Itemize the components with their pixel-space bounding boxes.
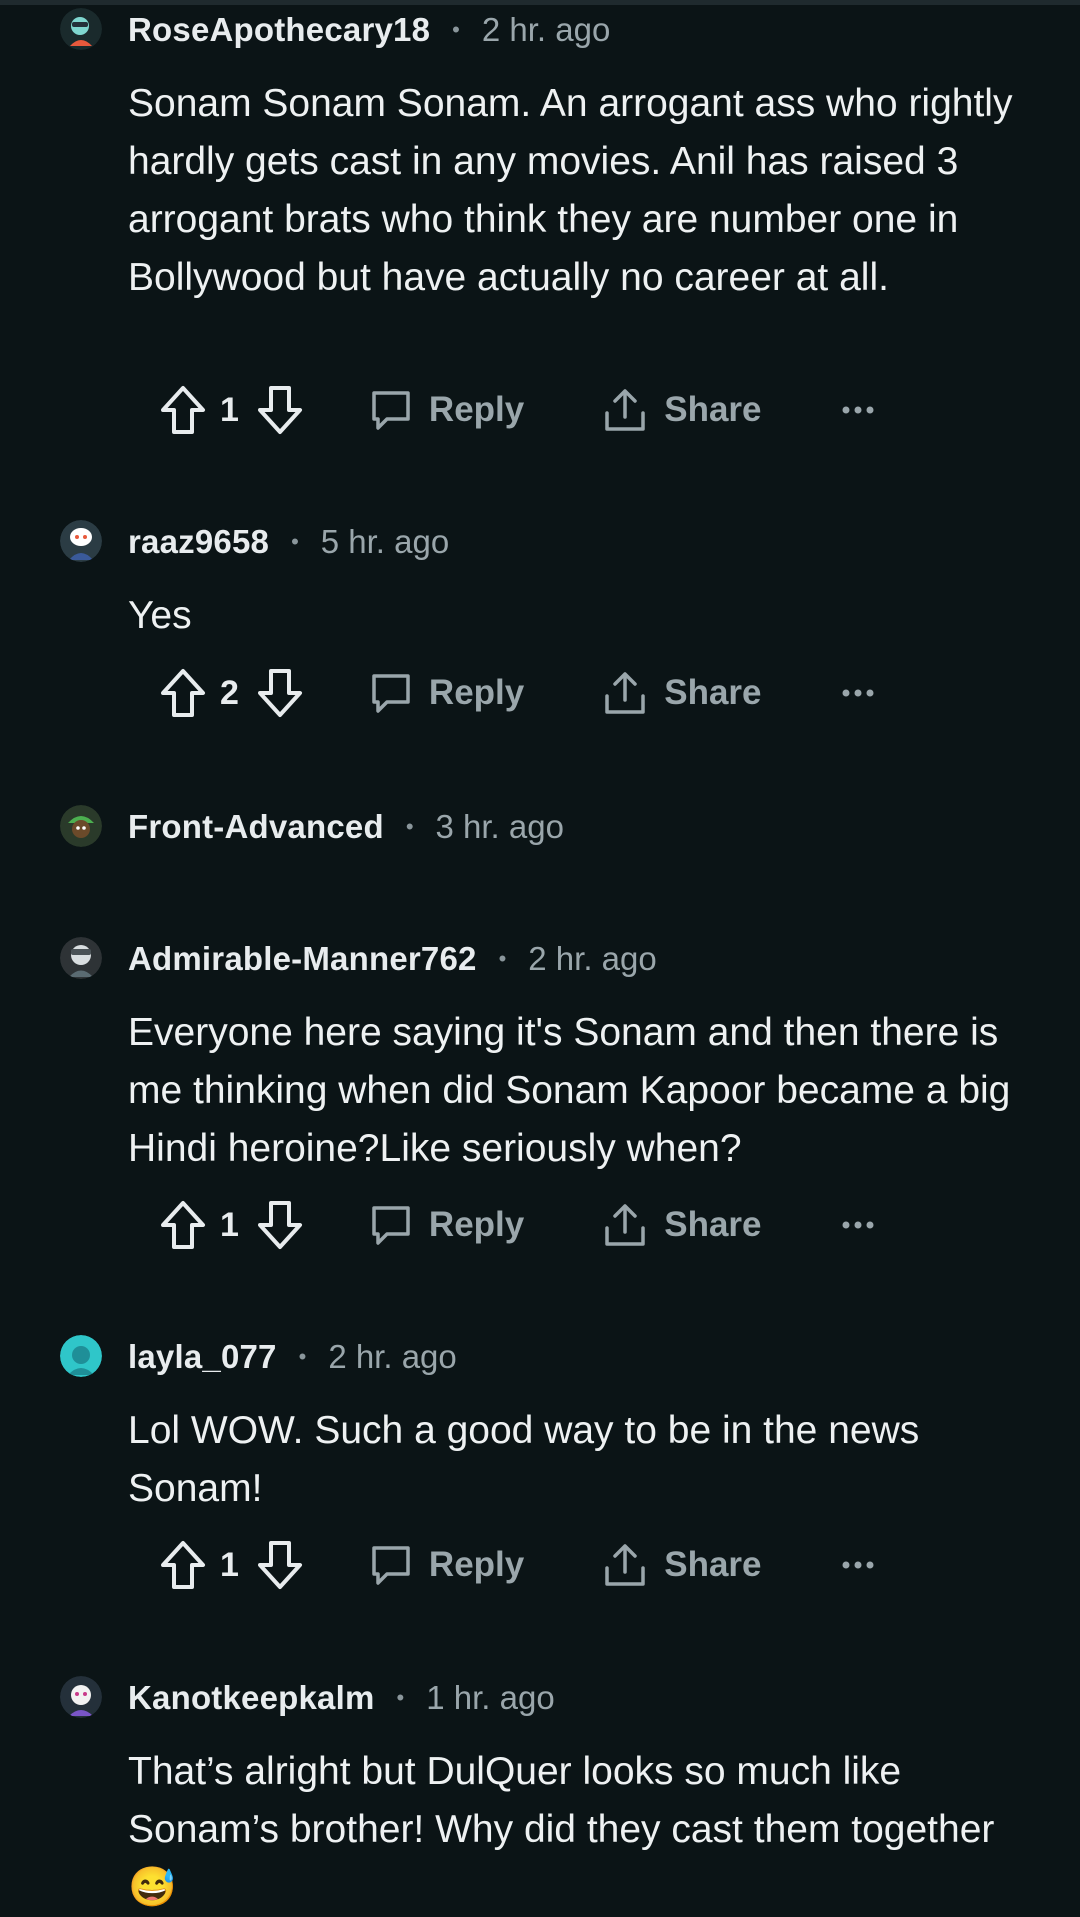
comment-bubble-icon	[372, 391, 410, 430]
separator-dot: •	[298, 1344, 307, 1369]
comment-bubble-icon	[372, 1546, 410, 1585]
upvote-icon[interactable]	[160, 668, 206, 718]
avatar[interactable]	[60, 937, 102, 979]
share-icon	[605, 1544, 645, 1586]
username[interactable]: RoseApothecary18	[128, 11, 430, 49]
separator-dot: •	[396, 1685, 405, 1710]
reply-label: Reply	[428, 1545, 525, 1584]
downvote-icon[interactable]	[257, 385, 303, 435]
more-options-icon[interactable]	[842, 1220, 874, 1230]
timestamp: 3 hr. ago	[435, 808, 564, 845]
vote-score: 1	[220, 1205, 239, 1244]
upvote-icon[interactable]	[160, 1200, 206, 1250]
comment-bubble-icon	[372, 674, 410, 713]
downvote-icon[interactable]	[257, 1200, 303, 1250]
avatar[interactable]	[60, 520, 102, 562]
more-options-icon[interactable]	[842, 405, 874, 415]
username[interactable]: layla_077	[128, 1338, 277, 1376]
vote-score: 1	[220, 1545, 239, 1584]
comment-body: Yes	[128, 594, 192, 637]
share-label: Share	[664, 1205, 762, 1244]
avatar[interactable]	[60, 8, 102, 50]
separator-dot: •	[291, 529, 299, 554]
reply-button[interactable]: Reply	[369, 388, 524, 432]
separator-dot: •	[498, 946, 507, 971]
reply-label: Reply	[428, 673, 525, 712]
username[interactable]: raaz9658	[128, 523, 269, 561]
share-label: Share	[664, 673, 762, 712]
upvote-icon[interactable]	[160, 1540, 206, 1590]
comment-body: That’s alright but DulQuer looks so much…	[128, 1750, 995, 1909]
share-label: Share	[664, 390, 762, 429]
more-options-icon[interactable]	[842, 688, 874, 698]
comment-body: Everyone here saying it's Sonam and then…	[128, 1011, 1011, 1170]
timestamp: 1 hr. ago	[426, 1679, 555, 1716]
comment-body: Lol WOW. Such a good way to be in the ne…	[128, 1409, 920, 1510]
share-icon	[605, 389, 645, 431]
share-label: Share	[664, 1545, 762, 1584]
avatar[interactable]	[60, 805, 102, 847]
avatar[interactable]	[60, 1335, 102, 1377]
reply-label: Reply	[428, 1205, 525, 1244]
vote-score: 1	[220, 390, 239, 429]
share-button[interactable]: Share	[602, 387, 762, 433]
separator-dot: •	[452, 17, 460, 42]
share-icon	[605, 1204, 645, 1246]
downvote-icon[interactable]	[257, 1540, 303, 1590]
avatar[interactable]	[60, 1676, 102, 1718]
share-icon	[605, 672, 645, 714]
top-divider	[0, 0, 1080, 5]
vote-score: 2	[220, 673, 239, 712]
timestamp: 2 hr. ago	[328, 1338, 457, 1375]
timestamp: 2 hr. ago	[528, 940, 657, 977]
reply-button[interactable]: Reply	[369, 1543, 524, 1587]
comment-bubble-icon	[372, 1206, 410, 1245]
upvote-icon[interactable]	[160, 385, 206, 435]
reply-button[interactable]: Reply	[369, 1203, 524, 1247]
comment-body: Sonam Sonam Sonam. An arrogant ass who r…	[128, 82, 1013, 299]
timestamp: 2 hr. ago	[481, 11, 611, 48]
share-button[interactable]: Share	[602, 1542, 762, 1588]
reply-label: Reply	[428, 390, 525, 429]
more-options-icon[interactable]	[842, 1560, 874, 1570]
username[interactable]: Front-Advanced	[128, 808, 384, 846]
reply-button[interactable]: Reply	[369, 671, 524, 715]
share-button[interactable]: Share	[602, 1202, 762, 1248]
timestamp: 5 hr. ago	[320, 523, 450, 560]
separator-dot: •	[405, 814, 414, 839]
downvote-icon[interactable]	[257, 668, 303, 718]
share-button[interactable]: Share	[602, 670, 762, 716]
username[interactable]: Kanotkeepkalm	[128, 1679, 375, 1717]
username[interactable]: Admirable-Manner762	[128, 940, 477, 978]
